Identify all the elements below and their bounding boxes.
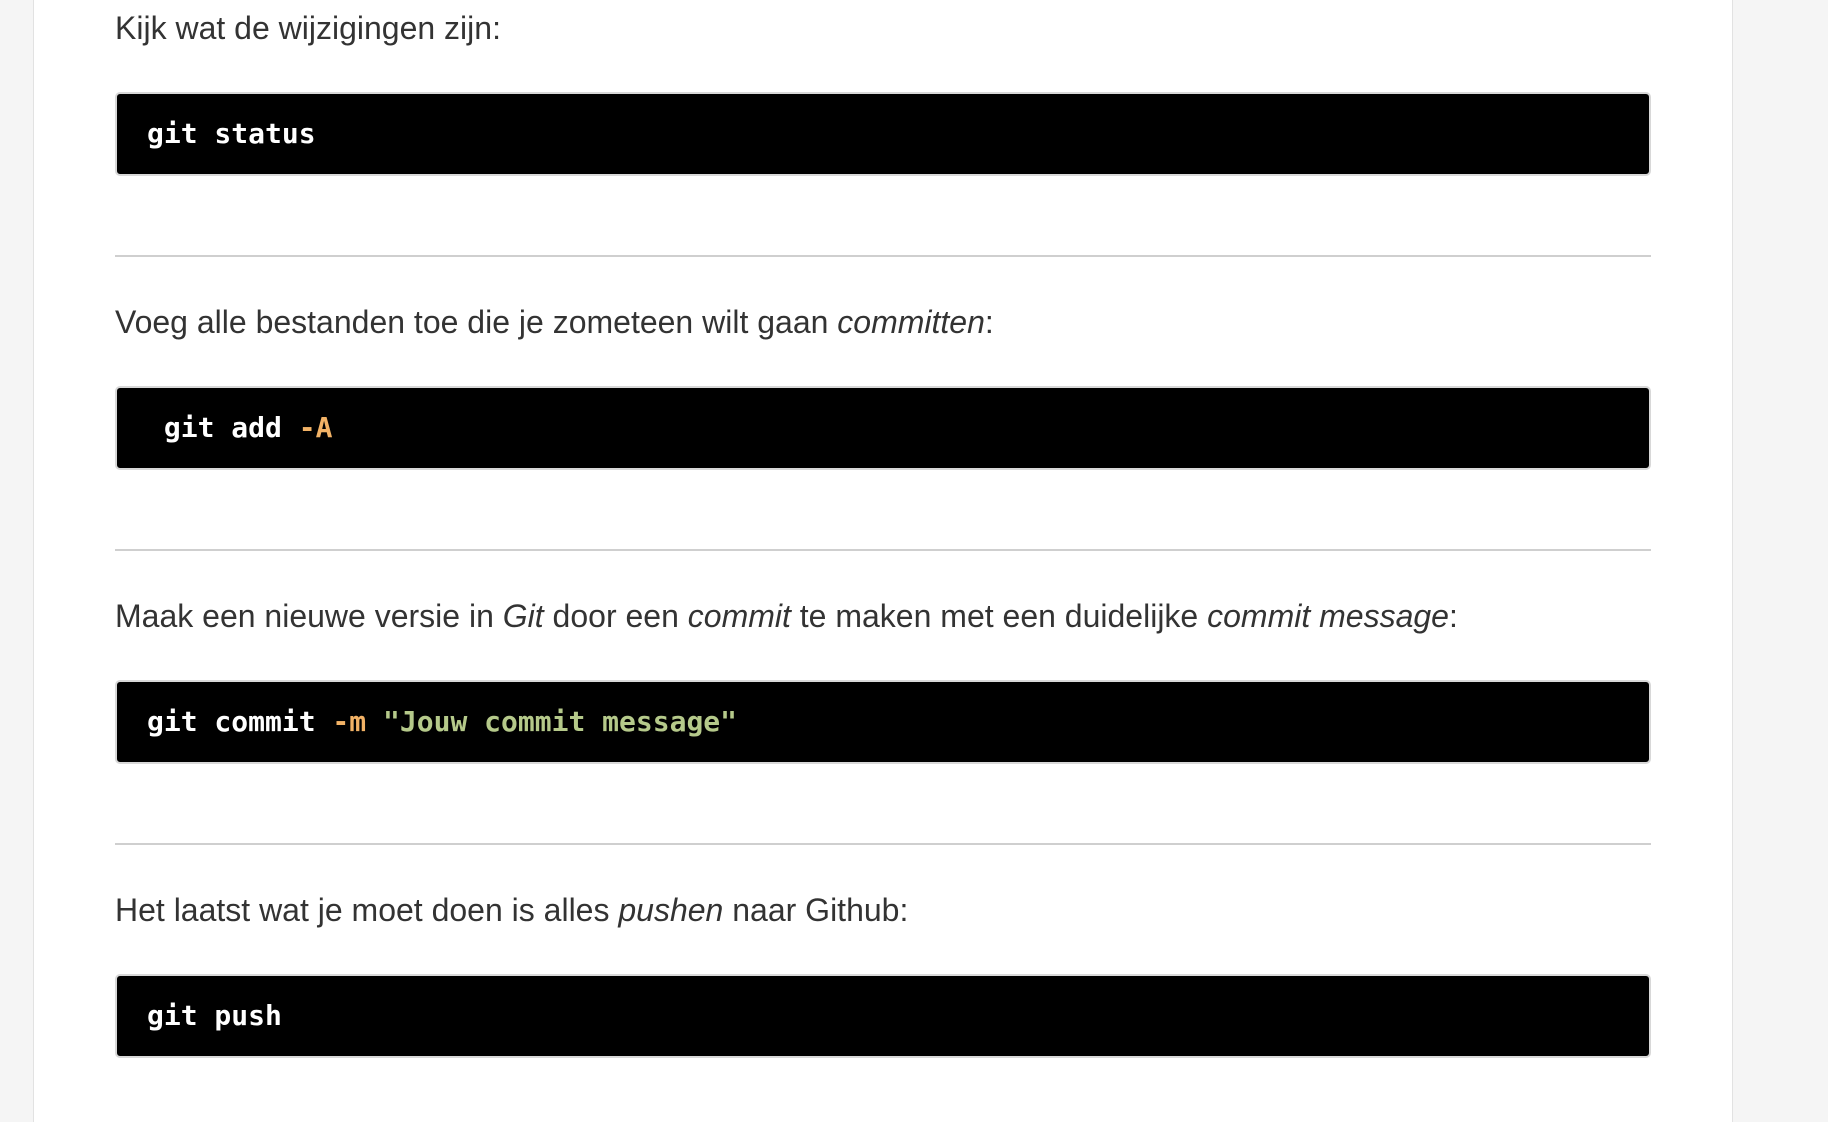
instruction-text-part: Maak een nieuwe versie in bbox=[115, 598, 503, 634]
instruction-text-part: te maken met een duidelijke bbox=[790, 598, 1208, 634]
content-panel: Kijk wat de wijzigingen zijn: git status… bbox=[33, 0, 1733, 1122]
command-flag: -m bbox=[315, 705, 367, 738]
section-divider bbox=[115, 255, 1651, 257]
instruction-text: Het laatst wat je moet doen is alles pus… bbox=[115, 890, 908, 930]
section-divider bbox=[115, 549, 1651, 551]
instruction-emphasis: commit message bbox=[1207, 598, 1449, 634]
instruction-text-part: door een bbox=[543, 598, 688, 634]
code-line[interactable]: git status bbox=[147, 94, 316, 174]
instruction-emphasis: Git bbox=[502, 598, 544, 634]
command-string: "Jouw commit message" bbox=[366, 705, 738, 738]
command-text: git commit bbox=[147, 705, 316, 738]
instruction-text-part: : bbox=[984, 304, 994, 340]
instruction-text-part: Het laatst wat je moet doen is alles bbox=[115, 892, 619, 928]
code-block[interactable]: git add -A bbox=[115, 386, 1651, 470]
instruction-text-part: Kijk wat de wijzigingen zijn: bbox=[115, 10, 501, 46]
instruction-emphasis: committen bbox=[837, 304, 985, 340]
code-line[interactable]: git add -A bbox=[147, 388, 333, 468]
command-text: git status bbox=[147, 117, 316, 150]
code-block[interactable]: git status bbox=[115, 92, 1651, 176]
instruction-text: Maak een nieuwe versie in Git door een c… bbox=[115, 596, 1458, 636]
command-flag: -A bbox=[281, 411, 333, 444]
instruction-emphasis: pushen bbox=[618, 892, 724, 928]
section-divider bbox=[115, 843, 1651, 845]
instruction-emphasis: commit bbox=[687, 598, 791, 634]
code-block[interactable]: git push bbox=[115, 974, 1651, 1058]
command-text: git push bbox=[147, 999, 282, 1032]
code-block[interactable]: git commit -m "Jouw commit message" bbox=[115, 680, 1651, 764]
code-line[interactable]: git push bbox=[147, 976, 282, 1056]
command-text: git add bbox=[147, 411, 282, 444]
instruction-text-part: naar Github: bbox=[723, 892, 909, 928]
instruction-text-part: : bbox=[1448, 598, 1458, 634]
instruction-text: Kijk wat de wijzigingen zijn: bbox=[115, 8, 501, 48]
instruction-text-part: Voeg alle bestanden toe die je zometeen … bbox=[115, 304, 838, 340]
code-line[interactable]: git commit -m "Jouw commit message" bbox=[147, 682, 737, 762]
instruction-text: Voeg alle bestanden toe die je zometeen … bbox=[115, 302, 994, 342]
